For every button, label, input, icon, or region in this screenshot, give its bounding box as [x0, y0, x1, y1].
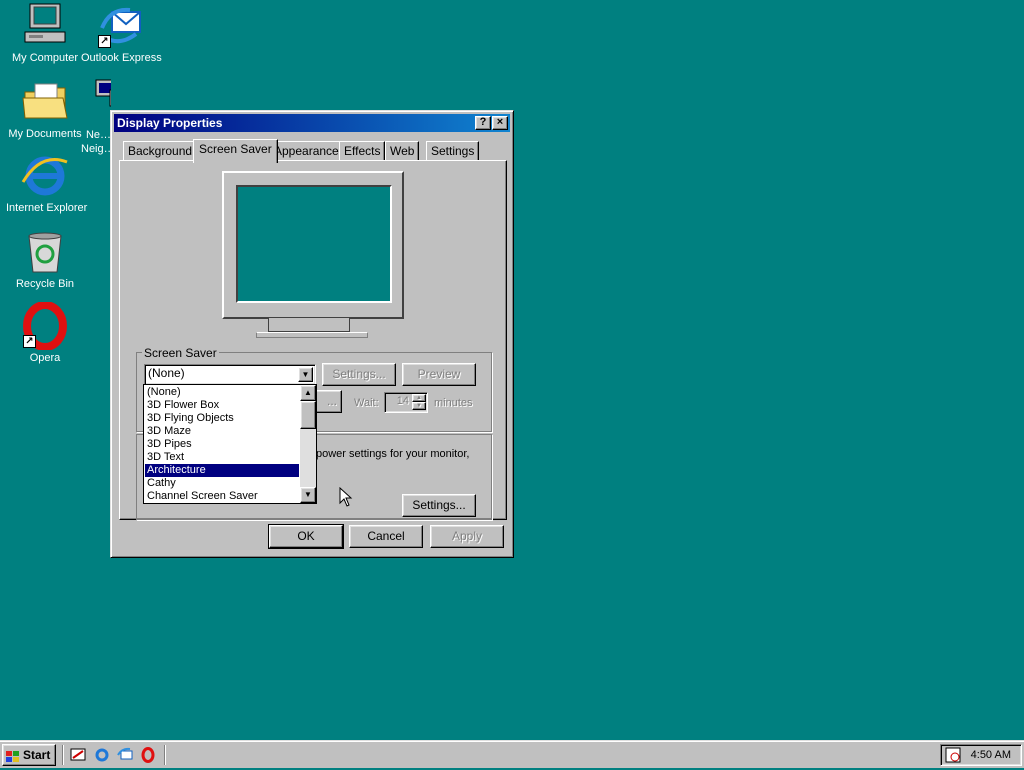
network-icon: [94, 78, 111, 126]
window-titlebar[interactable]: Display Properties ? ×: [114, 114, 510, 132]
button-label: Settings...: [412, 498, 466, 512]
button-label: Cancel: [367, 529, 405, 543]
screen-saver-dropdown-list[interactable]: (None) 3D Flower Box 3D Flying Objects 3D M…: [143, 384, 317, 504]
tab-label: Appearance: [274, 144, 339, 158]
screen-saver-select-value: (None): [148, 366, 185, 380]
screen-saver-group-title: Screen Saver: [142, 346, 219, 360]
desktop-icon-my-documents[interactable]: My Documents: [6, 78, 84, 140]
windows-logo-icon: [6, 749, 20, 762]
start-button[interactable]: Start: [2, 744, 56, 766]
energy-saving-text: power settings for your monitor,: [316, 448, 470, 460]
dropdown-items: (None) 3D Flower Box 3D Flying Objects 3D M…: [145, 386, 299, 503]
shortcut-arrow-icon: ↗: [23, 335, 36, 348]
opera-icon: ↗: [21, 301, 69, 351]
dropdown-option[interactable]: 3D Flying Objects: [145, 412, 299, 425]
tab-label: Effects: [344, 144, 381, 158]
clock[interactable]: 4:50 AM: [971, 745, 1011, 765]
shortcut-arrow-icon: ↗: [98, 35, 111, 48]
desktop-icon-label: Internet Explorer: [6, 202, 88, 214]
outlook-express-icon[interactable]: [117, 747, 133, 763]
close-icon: ×: [496, 116, 504, 128]
tab-appearance[interactable]: Appearance: [269, 141, 344, 161]
recycle-bin-icon: [21, 228, 69, 276]
desktop-icon-internet-explorer[interactable]: Internet Explorer: [6, 152, 88, 214]
dropdown-scrollbar[interactable]: ▲ ▼: [300, 385, 316, 503]
button-label: OK: [297, 529, 315, 543]
tab-label: Web: [390, 144, 415, 158]
wait-spinner[interactable]: 14 ▲ ▼: [384, 392, 428, 413]
preview-button[interactable]: Preview: [402, 363, 476, 386]
tab-background[interactable]: Background: [123, 141, 198, 161]
taskbar: Start 4:50 AM: [0, 740, 1024, 768]
system-tray: 4:50 AM: [940, 744, 1022, 766]
dropdown-option[interactable]: 3D Maze: [145, 425, 299, 438]
outlook-express-icon: ↗: [96, 2, 144, 50]
monitor-stand: [268, 318, 350, 332]
taskbar-divider: [62, 745, 64, 765]
dropdown-option[interactable]: 3D Flower Box: [145, 399, 299, 412]
wait-label: Wait:: [354, 397, 379, 409]
help-icon: ?: [479, 116, 487, 128]
cancel-button[interactable]: Cancel: [349, 525, 423, 548]
desktop-icon-label: Recycle Bin: [15, 278, 75, 290]
start-label: Start: [23, 748, 51, 762]
button-label: Preview: [417, 367, 461, 381]
scroll-thumb[interactable]: [300, 401, 316, 429]
screen-saver-settings-button[interactable]: Settings...: [322, 363, 396, 386]
ok-button[interactable]: OK: [268, 524, 344, 549]
tab-screen-saver[interactable]: Screen Saver: [193, 139, 278, 163]
computer-icon: [21, 2, 69, 50]
dropdown-option[interactable]: 3D Pipes: [145, 438, 299, 451]
button-label: Apply: [451, 529, 483, 543]
desktop-icon-label: Ne… Neig…: [81, 129, 111, 155]
wait-value: 14: [396, 395, 409, 407]
tab-web[interactable]: Web: [385, 141, 420, 161]
desktop-icon-outlook-express[interactable]: ↗ Outlook Express: [81, 2, 162, 64]
desktop-icon-label: My Computer: [11, 52, 79, 64]
scheduler-icon[interactable]: [945, 747, 961, 763]
close-button[interactable]: ×: [492, 116, 508, 130]
opera-icon[interactable]: [140, 747, 156, 763]
button-label: ...: [326, 394, 337, 408]
internet-explorer-icon[interactable]: [94, 747, 110, 763]
documents-folder-icon: [21, 78, 69, 126]
help-button[interactable]: ?: [475, 116, 491, 130]
scroll-down-icon[interactable]: ▼: [300, 487, 316, 503]
tab-settings[interactable]: Settings: [426, 141, 480, 161]
monitor-screen: [236, 185, 392, 303]
show-desktop-icon[interactable]: [70, 747, 86, 763]
tab-label: Background: [128, 144, 193, 158]
scroll-up-icon[interactable]: ▲: [300, 385, 316, 401]
tab-label: Screen Saver: [199, 142, 272, 156]
dropdown-option[interactable]: Channel Screen Saver: [145, 490, 299, 503]
display-properties-window: Display Properties ? × Background Screen…: [110, 110, 514, 558]
dropdown-option[interactable]: (None): [145, 386, 299, 399]
chevron-down-icon[interactable]: ▼: [298, 367, 313, 382]
energy-settings-button[interactable]: Settings...: [402, 494, 476, 517]
dropdown-option[interactable]: Cathy: [145, 477, 299, 490]
desktop-icon-my-computer[interactable]: My Computer: [6, 2, 84, 64]
desktop-icon-label: My Documents: [8, 128, 82, 140]
minutes-label: minutes: [434, 397, 473, 409]
screen-saver-select[interactable]: (None) ▼: [144, 364, 316, 385]
desktop-icon-network-neighborhood[interactable]: Ne… Neig…: [81, 78, 111, 156]
internet-explorer-icon: [21, 152, 69, 200]
desktop-icon-label: Outlook Express: [81, 52, 162, 64]
dropdown-option[interactable]: Architecture: [145, 464, 299, 477]
spin-down-icon[interactable]: ▼: [412, 402, 426, 410]
monitor-preview: [222, 171, 404, 319]
taskbar-divider: [164, 745, 166, 765]
desktop-icon-opera[interactable]: ↗ Opera: [6, 301, 84, 364]
button-label: Settings...: [332, 367, 386, 381]
dropdown-option[interactable]: 3D Text: [145, 451, 299, 464]
monitor-base: [256, 332, 368, 338]
apply-button[interactable]: Apply: [430, 525, 504, 548]
desktop-icon-label: Opera: [29, 352, 61, 364]
tab-effects[interactable]: Effects: [339, 141, 386, 161]
spin-up-icon[interactable]: ▲: [412, 394, 426, 402]
window-title: Display Properties: [117, 116, 223, 130]
tab-label: Settings: [431, 144, 475, 158]
desktop-icon-recycle-bin[interactable]: Recycle Bin: [6, 228, 84, 290]
